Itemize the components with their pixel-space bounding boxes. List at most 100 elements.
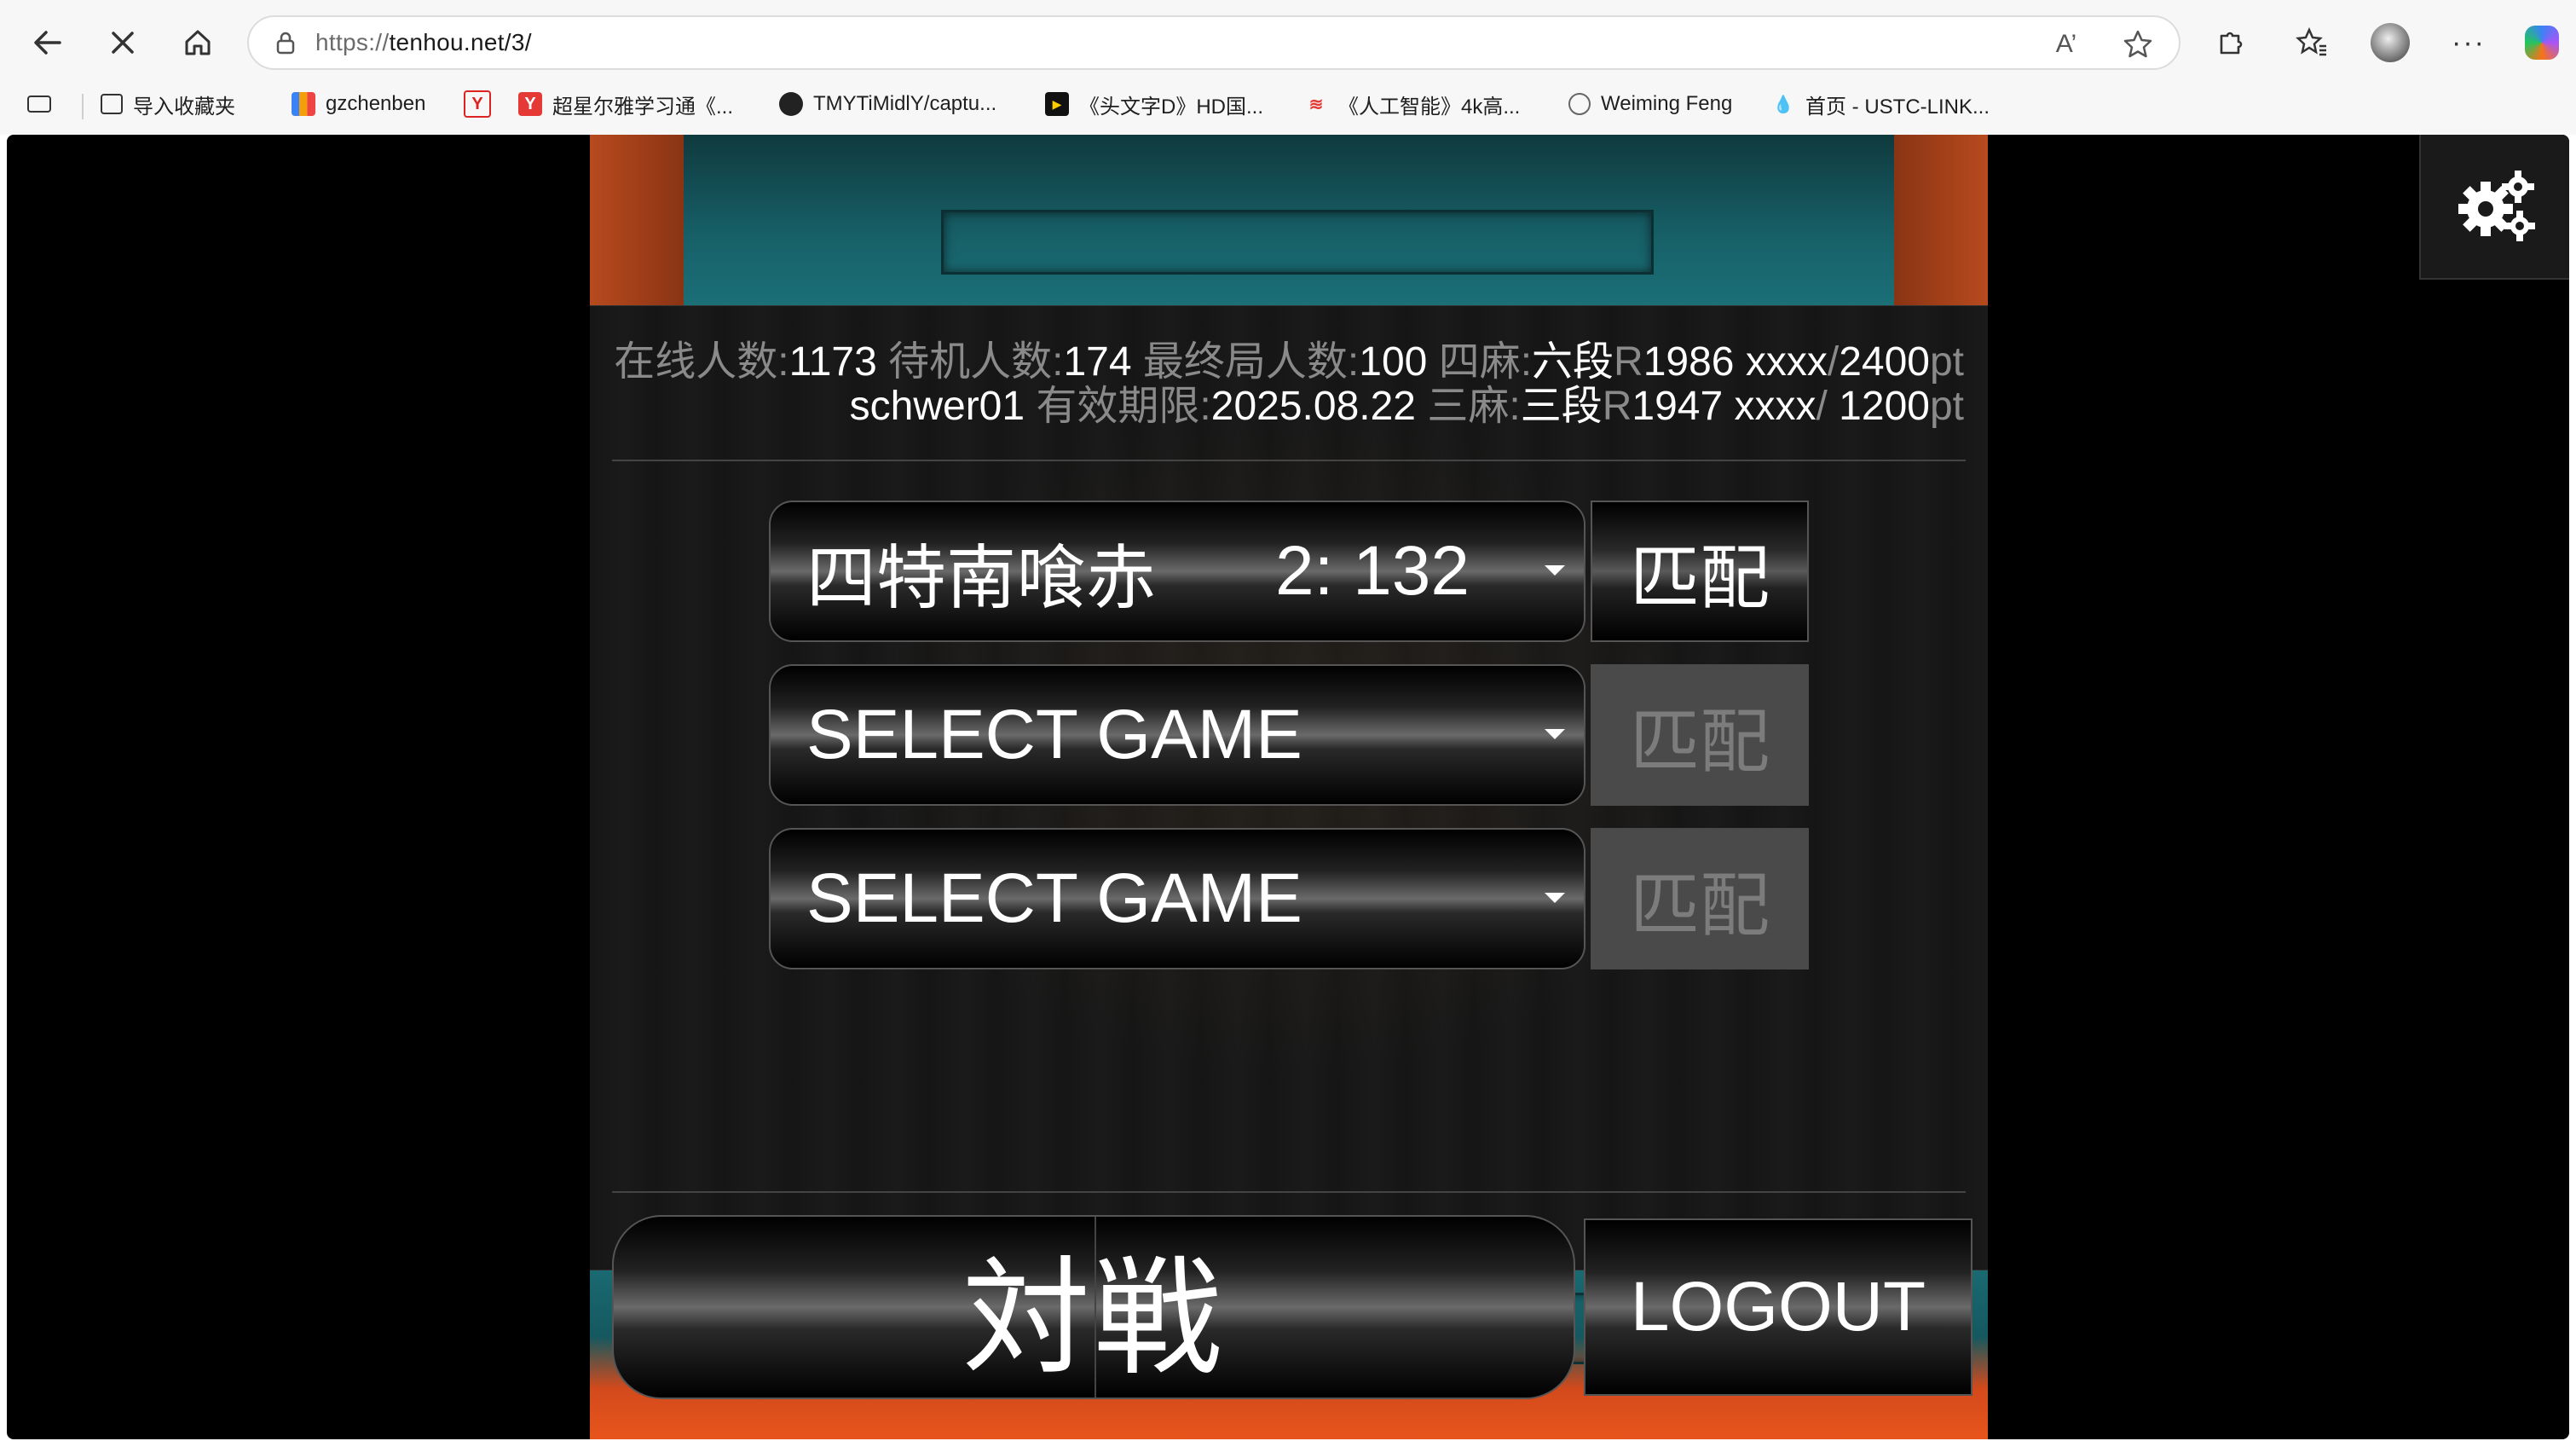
- bookmark-y[interactable]: Y: [464, 85, 501, 123]
- address-bar[interactable]: https://tenhou.net/3/ A’: [247, 15, 2180, 70]
- bookmark-bar-toggle[interactable]: [27, 85, 61, 123]
- table-wood-left: [590, 135, 684, 305]
- online-count: 1173: [788, 339, 877, 385]
- expire-date: 2025.08.22: [1210, 384, 1416, 429]
- read-aloud-icon[interactable]: A’: [2048, 26, 2085, 63]
- profile-avatar[interactable]: [2365, 19, 2416, 67]
- back-button[interactable]: [20, 19, 75, 67]
- game-name: SELECT GAME: [806, 859, 1302, 937]
- bookmark-label: 超星尔雅学习通《...: [552, 95, 734, 119]
- settings-button[interactable]: [2419, 135, 2569, 280]
- game-name: SELECT GAME: [806, 696, 1302, 773]
- bookmark-label: 首页 - USTC-LINK...: [1805, 95, 1990, 119]
- home-button[interactable]: [170, 19, 225, 67]
- game-selector-1[interactable]: 四特南喰赤 2: 132: [769, 501, 1585, 642]
- globe-icon: [1568, 93, 1591, 115]
- stop-loading-button[interactable]: [95, 19, 150, 67]
- more-dots-icon: ···: [2452, 26, 2486, 59]
- game-selector-3[interactable]: SELECT GAME: [769, 828, 1585, 969]
- four-player-points: 2400: [1839, 339, 1930, 385]
- chart-icon: [292, 92, 315, 116]
- bookmark-separator: [82, 94, 84, 119]
- extensions-icon[interactable]: [2204, 19, 2255, 67]
- dropdown-arrow-icon: [1545, 893, 1565, 903]
- bookmark-label: 《人工智能》4k高...: [1338, 95, 1521, 119]
- game-player-count: 2: 132: [1275, 532, 1470, 610]
- slash: /: [1816, 384, 1828, 429]
- match-button-1[interactable]: 匹配: [1591, 501, 1809, 642]
- drop-icon: 💧: [1772, 95, 1794, 114]
- online-label: 在线人数:: [614, 339, 789, 385]
- bookmark-ai-movie[interactable]: ≋ 《人工智能》4k高...: [1304, 85, 1521, 123]
- points-unit: pt: [1929, 339, 1964, 385]
- bookmark-label: gzchenben: [326, 92, 426, 115]
- favorites-icon[interactable]: [2286, 19, 2337, 67]
- page-viewport: 在线人数:1173 待机人数:174 最终局人数:100 四麻:六段R1986 …: [7, 135, 2569, 1439]
- stats-line-1: 在线人数:1173 待机人数:174 最终局人数:100 四麻:六段R1986 …: [590, 340, 1964, 385]
- gears-icon: [2458, 171, 2535, 241]
- three-player-points: 1200: [1827, 384, 1930, 429]
- url-text[interactable]: https://tenhou.net/3/: [315, 29, 532, 56]
- chaoxing-icon: Y: [518, 92, 542, 116]
- home-icon: [185, 30, 211, 55]
- waiting-label: 待机人数:: [888, 339, 1064, 385]
- stats-divider: [612, 460, 1966, 461]
- movie-icon: ▶: [1045, 92, 1069, 116]
- bookmark-initial-d[interactable]: ▶ 《头文字D》HD国...: [1045, 85, 1263, 123]
- game-selector-2[interactable]: SELECT GAME: [769, 664, 1585, 806]
- taisen-label: 対戦: [962, 1246, 1225, 1390]
- waiting-count: 174: [1063, 339, 1132, 385]
- more-menu-button[interactable]: ···: [2443, 19, 2494, 67]
- back-arrow-icon: [34, 31, 61, 55]
- tenhou-game-canvas: 在线人数:1173 待机人数:174 最终局人数:100 四麻:六段R1986 …: [590, 135, 1988, 1439]
- stats-line-2: schwer01 有效期限:2025.08.22 三麻:三段R1947 xxxx…: [590, 385, 1964, 429]
- bookmark-ustc-link[interactable]: 💧 首页 - USTC-LINK...: [1771, 85, 1990, 123]
- favorite-star-icon[interactable]: [2119, 26, 2157, 63]
- bookmark-chaoxing[interactable]: Y 超星尔雅学习通《...: [518, 85, 733, 123]
- lobby-panel: 在线人数:1173 待机人数:174 最终局人数:100 四麻:六段R1986 …: [590, 305, 1988, 1399]
- lock-icon[interactable]: [274, 30, 297, 55]
- copilot-icon: [2525, 26, 2559, 60]
- bookmarks-bar: 导入收藏夹 gzchenben Y Y 超星尔雅学习通《... TMYTiMid…: [0, 82, 2576, 126]
- final-round-label: 最终局人数:: [1142, 339, 1360, 385]
- bookmark-label: TMYTiMidlY/captu...: [813, 92, 997, 115]
- points-unit: pt: [1929, 384, 1964, 429]
- browser-chrome: https://tenhou.net/3/ A’ ··· 导入收藏夹 gzche…: [0, 0, 2576, 135]
- taisen-button[interactable]: 対戦: [612, 1215, 1575, 1399]
- bookmark-label: 《头文字D》HD国...: [1079, 95, 1263, 119]
- match-button-3[interactable]: 匹配: [1591, 828, 1809, 969]
- video-icon: ≋: [1308, 95, 1324, 114]
- github-icon: [779, 92, 803, 116]
- dropdown-arrow-icon: [1545, 729, 1565, 739]
- bookmark-bar-icon: [27, 95, 51, 113]
- read-aloud-label: A’: [2055, 30, 2077, 58]
- four-player-rank: 六段: [1532, 339, 1614, 385]
- game-row-3: SELECT GAME 匹配: [769, 828, 1809, 973]
- lobby-stats: 在线人数:1173 待机人数:174 最终局人数:100 四麻:六段R1986 …: [590, 340, 1988, 429]
- match-button-2[interactable]: 匹配: [1591, 664, 1809, 806]
- import-icon: [101, 94, 123, 114]
- copilot-button[interactable]: [2516, 19, 2567, 67]
- avatar-icon: [2371, 23, 2410, 62]
- bookmark-label: 导入收藏夹: [133, 95, 235, 119]
- game-row-1: 四特南喰赤 2: 132 匹配: [769, 501, 1809, 645]
- bookmark-github[interactable]: TMYTiMidlY/captu...: [779, 85, 996, 123]
- bookmark-weiming-feng[interactable]: Weiming Feng: [1568, 85, 1732, 123]
- logout-button[interactable]: LOGOUT: [1584, 1218, 1972, 1396]
- game-name: 四特南喰赤: [806, 539, 1157, 617]
- bookmark-import[interactable]: 导入收藏夹: [101, 85, 235, 123]
- final-round-count: 100: [1359, 339, 1428, 385]
- dropdown-arrow-icon: [1545, 565, 1565, 576]
- slash: /: [1827, 339, 1840, 385]
- bookmark-label: Weiming Feng: [1601, 92, 1733, 115]
- username: schwer01: [849, 384, 1025, 429]
- table-slot-top: [941, 210, 1654, 275]
- three-player-rating: 1947 xxxx: [1632, 384, 1816, 429]
- game-row-2: SELECT GAME 匹配: [769, 664, 1809, 809]
- section-divider: [612, 1191, 1966, 1193]
- bookmark-gzchenben[interactable]: gzchenben: [292, 85, 425, 123]
- rating-prefix: R: [1614, 339, 1643, 385]
- rating-prefix: R: [1602, 384, 1632, 429]
- three-player-rank: 三段: [1520, 384, 1603, 429]
- expire-label: 有效期限:: [1036, 384, 1211, 429]
